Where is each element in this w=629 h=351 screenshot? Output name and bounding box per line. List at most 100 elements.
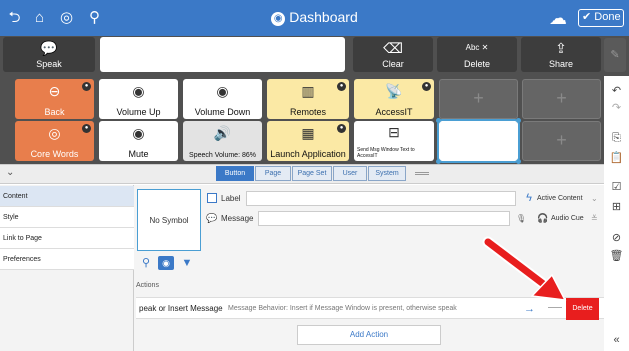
speaker-down-icon: ◉ [216, 83, 229, 99]
grid-button-label: Volume Down [194, 107, 251, 117]
headphones-icon: 🎧 [537, 213, 549, 223]
delete-label: Delete [463, 59, 490, 69]
tab-page[interactable]: Page [255, 166, 291, 181]
delete-word-button[interactable]: Abc ✕ Delete [437, 37, 517, 72]
grid-button-volume-down[interactable]: ◉ Volume Down [183, 79, 262, 119]
grid-button-label: Launch Application [270, 149, 346, 159]
grid-button-launch-application[interactable]: ▦ Launch Application ● [267, 121, 349, 161]
mute-icon: ◉ [132, 125, 145, 141]
action-description: Message Behavior: Insert if Message Wind… [228, 305, 457, 312]
empty-cell[interactable]: + [522, 121, 601, 161]
page-title: Dashboard [289, 9, 358, 25]
undo-icon[interactable]: ↶ [604, 84, 629, 98]
nav-link-to-page[interactable]: Link to Page [0, 228, 134, 249]
nav-content[interactable]: Content [0, 186, 134, 207]
paste-icon[interactable]: 📋 [604, 151, 629, 165]
share-button[interactable]: ⇪ Share [521, 37, 601, 72]
grid-button-label: Mute [128, 149, 149, 159]
message-window[interactable] [100, 37, 345, 72]
microphone-icon[interactable]: 🎙 [516, 211, 526, 226]
link-indicator-icon: ● [337, 82, 346, 91]
label-input[interactable] [246, 191, 516, 206]
drag-handle-icon[interactable] [415, 172, 429, 175]
grid-button-core-words[interactable]: ◎ Core Words ● [15, 121, 94, 161]
grid-button-label: Core Words [30, 149, 79, 159]
add-icon: + [556, 88, 567, 108]
lightning-icon: ϟ [526, 192, 532, 204]
grid-button-volume-up[interactable]: ◉ Volume Up [99, 79, 178, 119]
trash-icon[interactable]: 🗑 [604, 249, 629, 263]
select-icon[interactable]: ☑ [604, 180, 629, 194]
grid-button-speech-volume[interactable]: 🔊 Speech Volume: 86% [183, 121, 262, 161]
grid-button-remotes[interactable]: ▥ Remotes ● [267, 79, 349, 119]
speaker-up-icon: ◉ [132, 83, 145, 99]
grid-button-back[interactable]: ⊖ Back ● [15, 79, 94, 119]
tab-button[interactable]: Button [216, 166, 254, 181]
add-icon: + [473, 88, 484, 108]
red-arrow-annotation [482, 236, 567, 301]
done-button[interactable]: ✔ Done [578, 9, 624, 27]
audio-cue-dropdown[interactable]: Audio Cue [551, 211, 584, 226]
empty-cell[interactable]: + [439, 79, 518, 119]
resize-handle[interactable] [516, 118, 521, 123]
edit-toggle-icon[interactable]: ✎ [604, 38, 626, 72]
add-icon: + [556, 130, 567, 150]
share-icon: ⇪ [555, 40, 567, 56]
resize-handle[interactable] [436, 118, 441, 123]
clear-button[interactable]: ⌫ Clear [353, 37, 433, 72]
grid-button-label: Back [44, 107, 65, 117]
grid-button-label: AccessIT [375, 107, 413, 117]
grid-button-accessit[interactable]: 📡 AccessIT ● [354, 79, 434, 119]
cloud-sync-icon[interactable]: ☁ [543, 8, 573, 28]
collapse-icon[interactable]: « [604, 334, 629, 348]
filter-icon[interactable]: ▼ [180, 256, 194, 271]
grid-button-mute[interactable]: ◉ Mute [99, 121, 178, 161]
grid-icon[interactable]: ⊞ [604, 200, 629, 214]
label-field-label: Label [221, 194, 241, 203]
message-input[interactable] [258, 211, 510, 226]
chevron-down-icon[interactable]: ⌄ [591, 191, 598, 206]
clear-label: Clear [382, 59, 404, 69]
message-field-label: Message [221, 214, 254, 223]
symbol-search-icon[interactable]: ⚲ [138, 256, 154, 271]
app-logo-icon: ◉ [271, 12, 286, 26]
grid-button-label: Send Msg Window Text to AccessIT [357, 147, 415, 159]
speak-button[interactable]: 💬 Speak [3, 37, 95, 72]
share-label: Share [548, 59, 574, 69]
redo-icon[interactable]: ↷ [604, 101, 629, 115]
checkmark-icon: ✔ [582, 11, 592, 23]
speech-bubble-icon: 💬 [40, 40, 58, 56]
link-indicator-icon: ● [422, 82, 431, 91]
link-indicator-icon: ● [82, 82, 91, 91]
camera-icon[interactable]: ◉ [158, 256, 174, 270]
add-action-button[interactable]: Add Action [297, 325, 441, 345]
hide-icon[interactable]: ⊘ [604, 231, 629, 245]
grid-button-label: Speech Volume: 86% [189, 152, 256, 159]
collapse-chevron-icon[interactable]: ⌄ [6, 167, 14, 178]
actions-header: Actions [136, 282, 159, 289]
delete-word-icon: Abc ✕ [465, 43, 489, 52]
empty-cell[interactable]: + [522, 79, 601, 119]
done-label: Done [594, 11, 621, 23]
action-name: peak or Insert Message [139, 304, 223, 313]
tab-system[interactable]: System [368, 166, 406, 181]
speech-bubble-icon: 💬 [206, 213, 218, 223]
double-chevron-icon[interactable]: ≚ [591, 211, 598, 226]
active-content-dropdown[interactable]: Active Content [537, 191, 583, 206]
link-indicator-icon: ● [337, 124, 346, 133]
nav-preferences[interactable]: Preferences [0, 249, 134, 270]
grid-button-send-msg[interactable]: ⊟ Send Msg Window Text to AccessIT [354, 121, 434, 161]
symbol-picker[interactable]: No Symbol [137, 189, 201, 251]
tab-page-set[interactable]: Page Set [292, 166, 332, 181]
nav-style[interactable]: Style [0, 207, 134, 228]
selected-empty-cell[interactable] [436, 118, 521, 164]
delete-icon-text: Abc [465, 43, 480, 52]
send-message-icon: ⊟ [388, 124, 400, 140]
copy-icon[interactable]: ⎘ [604, 132, 629, 146]
grid-button-label: Remotes [289, 107, 326, 117]
tab-user[interactable]: User [333, 166, 367, 181]
label-checkbox[interactable] [207, 193, 217, 203]
speak-label: Speak [36, 59, 62, 69]
clear-icon: ⌫ [383, 40, 403, 56]
right-toolbar: ↶ ↷ ⎘ 📋 ☑ ⊞ ⊘ 🗑 « [604, 76, 629, 351]
